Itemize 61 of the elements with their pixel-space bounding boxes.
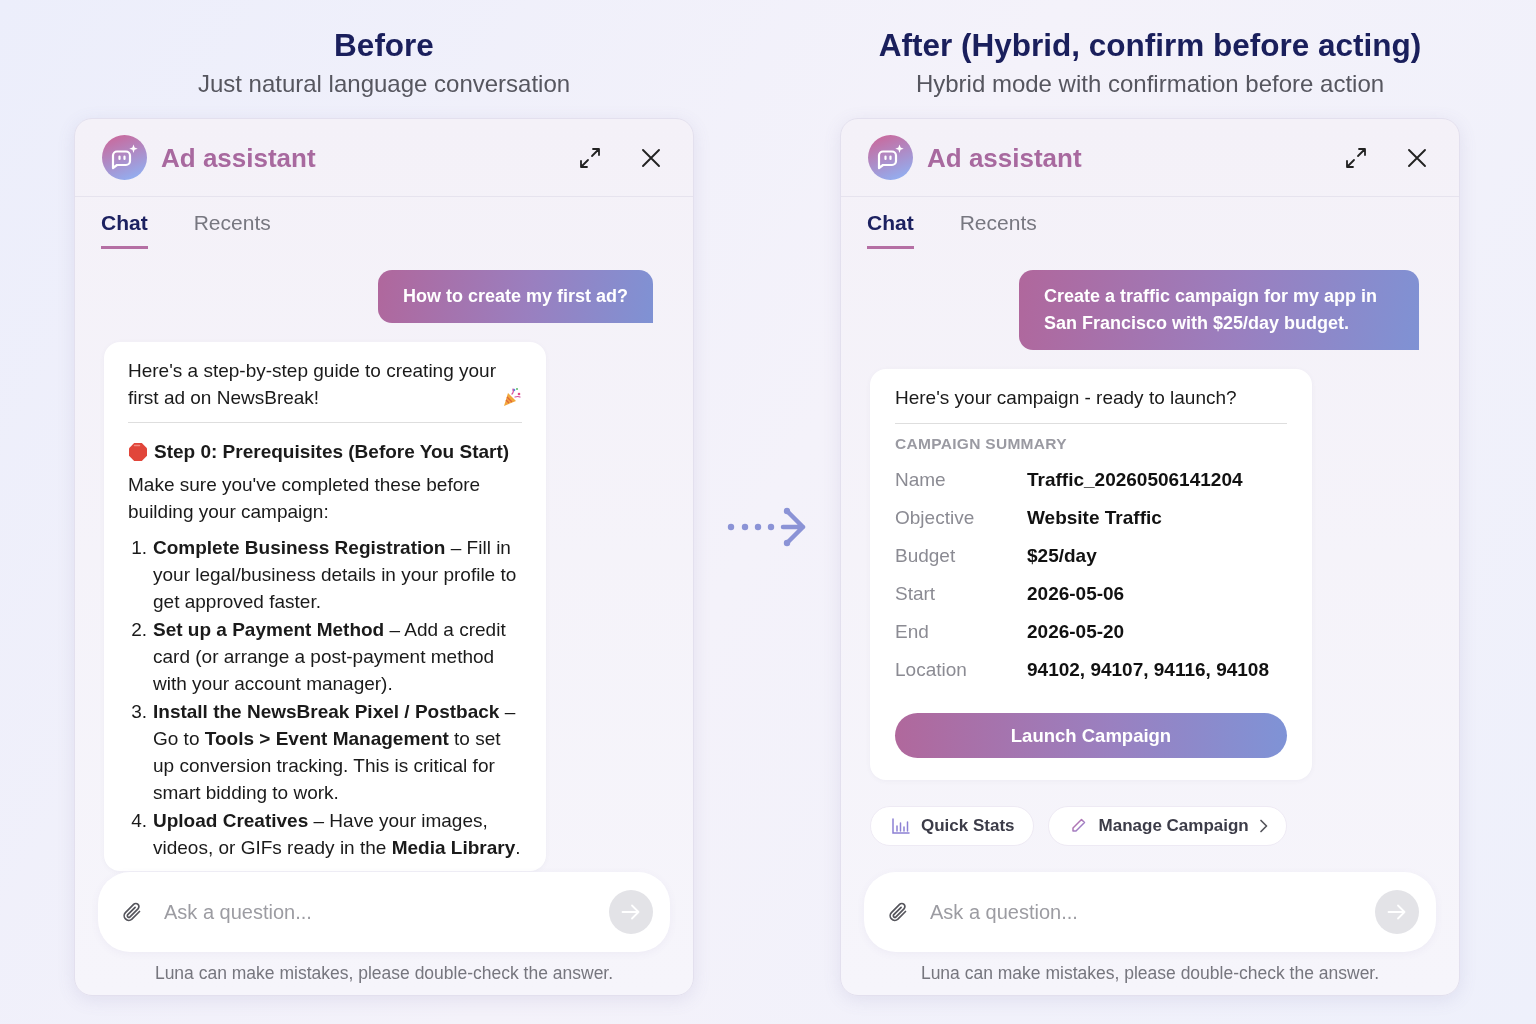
arrow-right-icon [1387, 904, 1407, 920]
panel-title: Ad assistant [927, 141, 1082, 174]
arrow-right-icon [621, 904, 641, 920]
launch-button[interactable]: Launch Campaign [895, 713, 1287, 758]
field-value: Traffic_20260506141204 [1027, 468, 1243, 492]
panel-title: Ad assistant [161, 141, 316, 174]
field-label: End [895, 620, 930, 644]
list-number: 2. [130, 618, 147, 642]
field-label: Name [895, 468, 947, 492]
expand-icon[interactable] [1345, 146, 1367, 169]
summary-heading: CAMPAIGN SUMMARY [895, 434, 1068, 454]
section-heading: After (Hybrid, confirm before acting) [878, 27, 1422, 63]
tab[interactable]: Chat [101, 209, 148, 249]
expand-icon[interactable] [579, 146, 601, 169]
disclaimer-text: Luna can make mistakes, please double-check the answer. [920, 962, 1380, 984]
party-popper-icon [502, 387, 522, 407]
field-value: 94102, 94107, 94116, 94108 [1027, 658, 1269, 682]
field-label: Start [895, 582, 937, 606]
list-number: 1. [130, 536, 147, 560]
input-box[interactable]: Ask a question... [98, 872, 670, 952]
field-label: Objective [895, 506, 976, 530]
bar-chart-icon [892, 818, 910, 834]
user-message: Create a traffic campaign for my app in San Francisco with $25/day budget. [1019, 270, 1419, 350]
step-heading: Step 0: Prerequisites (Before You Start) [154, 440, 510, 464]
message-text: Here's your campaign - ready to launch? [895, 386, 1238, 410]
field-label: Location [895, 658, 968, 682]
field-value: Website Traffic [1027, 506, 1162, 530]
quick-action-button[interactable]: Manage Campaign [1047, 806, 1287, 846]
list-item-text: Set up a Payment Method – Add a credit card (or arrange a post-payment method with your account manager). [153, 618, 507, 696]
chat-bot-icon [868, 135, 913, 180]
message-input[interactable]: Ask a question... [930, 890, 1363, 934]
tab[interactable]: Chat [867, 209, 914, 249]
list-item-text: Upload Creatives – Have your images, videos, or GIFs ready in the Media Library. [153, 809, 522, 860]
list-item-text: Install the NewsBreak Pixel / Postback – Go to Tools > Event Management to set up conversion tracking. This is critical for smart bidding to work. [153, 700, 517, 805]
field-label: Budget [895, 544, 957, 568]
chat-bot-icon [102, 135, 147, 180]
input-box[interactable]: Ask a question... [864, 872, 1436, 952]
paperclip-icon[interactable] [887, 901, 909, 923]
paperclip-icon[interactable] [121, 901, 143, 923]
field-value: $25/day [1027, 544, 1097, 568]
pencil-icon [1069, 817, 1088, 835]
list-number: 4. [130, 809, 147, 833]
list-number: 3. [130, 700, 147, 724]
message-text: Make sure you've completed these before building your campaign: [128, 473, 482, 524]
close-icon[interactable] [1407, 147, 1427, 168]
user-message: How to create my first ad? [377, 270, 653, 323]
dotted-arrow-icon [727, 507, 807, 547]
message-text: Here's a step-by-step guide to creating your first ad on NewsBreak! [128, 359, 496, 410]
disclaimer-text: Luna can make mistakes, please double-check the answer. [154, 962, 614, 984]
stop-sign-icon [128, 441, 148, 462]
tab[interactable]: Recents [193, 209, 271, 249]
quick-action-button[interactable]: Quick Stats [870, 806, 1034, 846]
section-subheading: Just natural language conversation [197, 69, 571, 99]
field-value: 2026-05-20 [1027, 620, 1125, 644]
close-icon[interactable] [641, 147, 661, 168]
list-item-text: Complete Business Registration – Fill in your legal/business details in your profile to get approved faster. [153, 536, 518, 614]
field-value: 2026-05-06 [1027, 582, 1125, 606]
message-input[interactable]: Ask a question... [164, 890, 597, 934]
section-heading: Before [334, 27, 434, 63]
section-subheading: Hybrid mode with confirmation before action [915, 69, 1385, 99]
tab[interactable]: Recents [959, 209, 1037, 249]
